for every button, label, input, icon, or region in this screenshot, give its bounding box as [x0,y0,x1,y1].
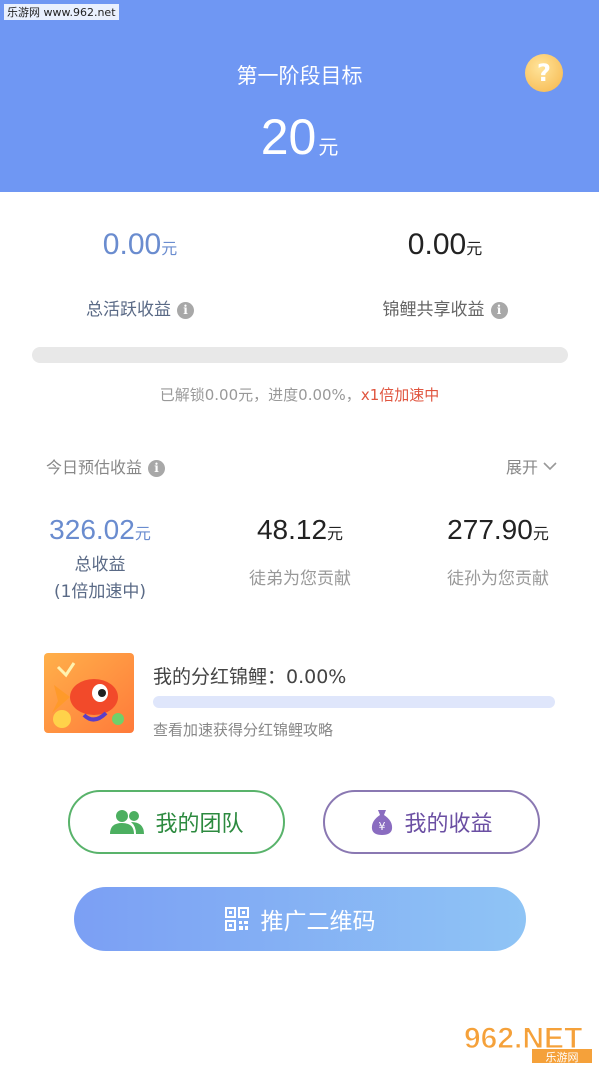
promo-qr-label: 推广二维码 [260,909,376,935]
total-income-label: 总收益 [74,555,126,575]
watermark-top: 乐游网 www.962.net [4,4,119,20]
active-income-label: 总活跃收益 [86,300,171,320]
svg-text:¥: ¥ [379,820,386,833]
total-income-speed: (1倍加速中) [53,582,147,602]
info-icon[interactable]: i [490,302,508,319]
total-income-unit: 元 [134,524,151,543]
promo-qr-button[interactable]: 推广二维码 [74,887,526,951]
disciple-income-label: 徒弟为您贡献 [249,569,351,589]
stage-progress-bar [32,347,568,363]
grand-disciple-income-label: 徒孙为您贡献 [447,569,549,589]
koi-strategy-link[interactable]: 查看加速获得分红锦鲤攻略 [153,719,333,740]
active-income-label-row: 总活跃收益 i [40,295,240,320]
my-team-button[interactable]: 我的团队 [68,790,285,854]
my-income-label: 我的收益 [404,812,493,837]
total-income-value: 326.02 [49,514,135,545]
expand-toggle[interactable]: 展开 [506,454,557,478]
my-team-label: 我的团队 [155,812,244,837]
info-icon[interactable]: i [148,460,166,477]
disciple-income-block: 48.12元 徒弟为您贡献 [220,514,380,589]
today-estimate-label: 今日预估收益 [46,458,143,477]
question-icon[interactable]: ? [525,54,563,92]
koi-fish-image[interactable] [44,653,134,733]
speed-status: x1倍加速中 [360,386,440,404]
koi-income-label-row: 锦鲤共享收益 i [345,295,545,320]
grand-disciple-income-unit: 元 [532,524,549,543]
qr-code-icon [224,907,249,931]
expand-label: 展开 [506,458,539,477]
unlock-status: 已解锁0.00元，进度0.00%，x1倍加速中 [0,384,599,405]
koi-fish-icon [44,653,134,733]
active-income-unit: 元 [161,239,178,258]
total-income-block: 326.02元 总收益 (1倍加速中) [20,514,180,602]
grand-disciple-income-value: 277.90 [447,514,533,545]
active-income-value: 0.00 [102,228,162,261]
goal-amount: 20 元 [0,108,599,166]
info-icon[interactable]: i [177,302,194,319]
koi-income-unit: 元 [466,239,483,258]
money-bag-icon: ¥ [372,810,393,835]
koi-income-value: 0.00 [407,228,467,261]
koi-income-amount: 0.00元 [345,228,545,262]
disciple-income-value: 48.12 [256,514,328,545]
goal-header: 第一阶段目标 20 元 ? [0,0,599,192]
users-icon [110,810,145,834]
chevron-down-icon [543,462,557,471]
koi-income-label: 锦鲤共享收益 [382,300,485,320]
unlock-status-text: 已解锁0.00元，进度0.00%， [159,386,361,404]
goal-amount-unit: 元 [318,135,339,159]
goal-amount-value: 20 [260,109,317,165]
grand-disciple-income-block: 277.90元 徒孙为您贡献 [418,514,578,589]
watermark-logo-sub: 乐游网 [546,1051,579,1064]
disciple-income-unit: 元 [327,524,344,543]
today-estimate-label-row: 今日预估收益 i [46,454,166,478]
koi-dividend-title: 我的分红锦鲤：0.00% [153,666,347,688]
watermark-bottom: 962.NET 乐游网 [462,1018,594,1064]
koi-dividend-progress [153,696,555,708]
my-income-button[interactable]: ¥ 我的收益 [323,790,540,854]
active-income-amount: 0.00元 [40,228,240,262]
goal-title: 第一阶段目标 [236,64,363,88]
